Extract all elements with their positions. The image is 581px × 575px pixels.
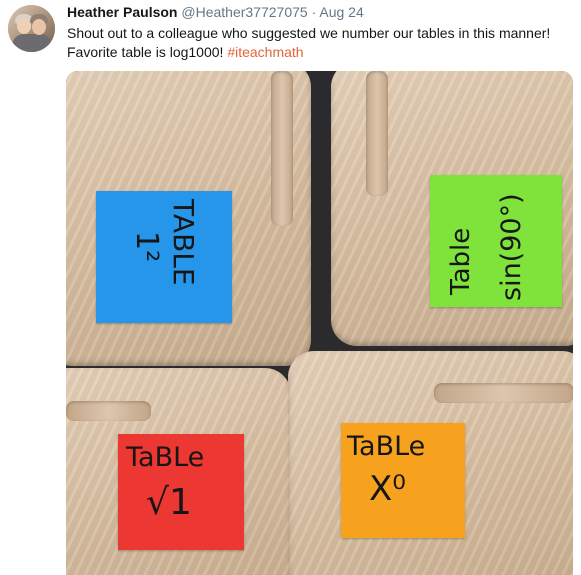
tweet-text-line2: Favorite table is log1000!: [67, 44, 228, 60]
note-value: sin(90°): [496, 193, 527, 301]
desk-groove: [66, 401, 151, 421]
tweet-text-line1: Shout out to a colleague who suggested w…: [67, 25, 551, 41]
note-value: √1: [146, 482, 192, 523]
desk-groove: [271, 71, 293, 226]
tweet-photo[interactable]: TABLE 1² Table sin(90°) TaBLe √1 TaBLe X…: [66, 71, 573, 575]
sticky-note-blue: TABLE 1²: [96, 191, 232, 323]
note-word: TaBLe: [347, 431, 426, 462]
sticky-note-green: Table sin(90°): [430, 175, 562, 307]
note-value: 1²: [129, 231, 164, 263]
tweet-header: Heather Paulson @Heather37727075 · Aug 2…: [67, 3, 364, 21]
author-handle[interactable]: @Heather37727075: [181, 4, 307, 20]
author-name[interactable]: Heather Paulson: [67, 4, 177, 20]
avatar-shoulders: [12, 34, 52, 52]
separator-dot: ·: [311, 4, 317, 20]
avatar[interactable]: [8, 5, 55, 52]
tweet-text: Shout out to a colleague who suggested w…: [67, 24, 572, 62]
note-word: TaBLe: [126, 442, 205, 473]
desk-groove: [366, 71, 388, 196]
note-word: TABLE: [167, 199, 200, 286]
avatar-face-left: [17, 18, 31, 34]
tweet-date[interactable]: Aug 24: [319, 4, 363, 20]
note-value: X⁰: [369, 469, 406, 509]
note-word: Table: [446, 227, 476, 295]
sticky-note-orange: TaBLe X⁰: [341, 423, 465, 538]
avatar-face-right: [32, 19, 46, 35]
desk-groove: [434, 383, 573, 403]
sticky-note-red: TaBLe √1: [118, 434, 244, 550]
hashtag-link[interactable]: #iteachmath: [227, 44, 303, 60]
